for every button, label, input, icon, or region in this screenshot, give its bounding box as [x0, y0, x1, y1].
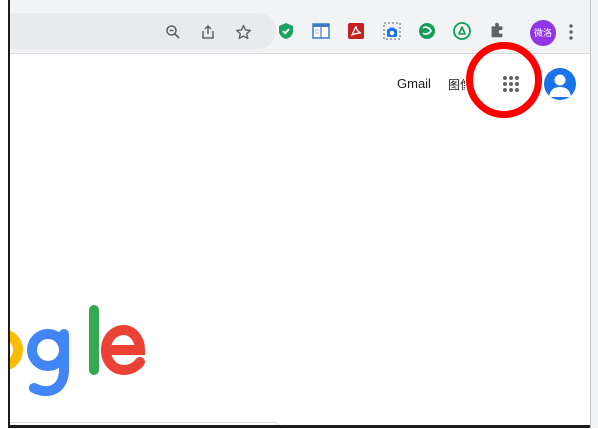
- recycle-extension-icon[interactable]: [452, 21, 472, 41]
- shield-extension-icon[interactable]: [276, 21, 296, 41]
- window-scrollbar[interactable]: [590, 0, 598, 428]
- account-avatar-icon[interactable]: [544, 68, 576, 100]
- bookmark-star-icon[interactable]: [232, 21, 254, 43]
- highlight-circle: [466, 42, 542, 118]
- profile-avatar[interactable]: 微洛: [530, 20, 556, 46]
- puzzle-extensions-icon[interactable]: [488, 21, 508, 41]
- pdf-extension-icon[interactable]: [346, 21, 366, 41]
- google-logo: [10, 292, 150, 412]
- images-link[interactable]: 图像: [448, 76, 465, 93]
- green-circle-extension-icon[interactable]: [417, 21, 437, 41]
- zoom-icon[interactable]: [162, 21, 184, 43]
- share-icon[interactable]: [197, 21, 219, 43]
- browser-menu-icon[interactable]: [560, 21, 582, 43]
- gmail-link[interactable]: Gmail: [397, 76, 431, 91]
- screenshot-extension-icon[interactable]: [382, 21, 402, 41]
- reader-extension-icon[interactable]: [311, 21, 331, 41]
